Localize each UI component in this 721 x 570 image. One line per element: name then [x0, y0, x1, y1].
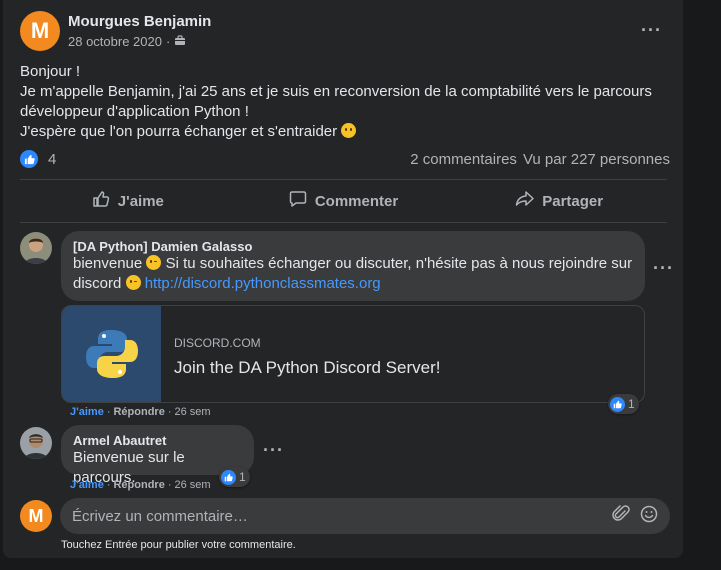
separator: ·	[167, 406, 172, 418]
post-body: Bonjour ! Je m'appelle Benjamin, j'ai 25…	[20, 62, 670, 142]
share-button[interactable]: Partager	[451, 180, 667, 222]
comment-label: Commenter	[314, 192, 399, 210]
comment-time[interactable]: 26 sem	[175, 406, 211, 418]
comment-icon	[289, 190, 307, 212]
author-name[interactable]: Mourgues Benjamin	[68, 13, 211, 30]
separator: ·	[106, 406, 111, 418]
comment-reactions[interactable]: 1	[219, 467, 250, 487]
preview-domain: DISCORD.COM	[174, 336, 261, 350]
like-count[interactable]: 4	[48, 151, 56, 168]
comment-text-part: discord	[73, 275, 122, 292]
attach-icon[interactable]	[612, 504, 630, 528]
python-logo-icon	[62, 306, 161, 402]
post-date[interactable]: 28 octobre 2020	[68, 34, 162, 49]
like-reaction-icon	[610, 396, 625, 412]
comment-reactions[interactable]: 1	[608, 394, 639, 414]
post-line: J'espère que l'on pourra échanger et s'e…	[20, 123, 338, 140]
post-actions: J'aime Commenter Partager	[20, 180, 667, 222]
wink-emoji-icon	[146, 255, 162, 270]
like-button[interactable]: J'aime	[20, 180, 236, 222]
group-icon	[174, 34, 186, 49]
like-reaction-icon	[221, 469, 236, 485]
comments-count[interactable]: 2 commentaires	[410, 151, 517, 168]
comment-input[interactable]	[72, 507, 612, 525]
post-line: Je m'appelle Benjamin, j'ai 25 ans et je…	[20, 83, 652, 100]
share-label: Partager	[542, 192, 604, 210]
post-line-last: J'espère que l'on pourra échanger et s'e…	[20, 122, 670, 142]
author-avatar[interactable]: M	[20, 11, 60, 51]
commenter-avatar[interactable]	[20, 232, 52, 264]
comment-text: bienvenue Si tu souhaites échanger ou di…	[73, 254, 633, 294]
preview-title: Join the DA Python Discord Server!	[174, 358, 441, 377]
discord-link[interactable]: http://discord.pythonclassmates.org	[145, 275, 381, 292]
separator: ·	[106, 479, 111, 491]
reply-button[interactable]: Répondre	[113, 479, 164, 491]
comment-like-button[interactable]: J'aime	[70, 479, 104, 491]
comment-input-box[interactable]	[60, 498, 670, 534]
views-count[interactable]: Vu par 227 personnes	[523, 151, 670, 168]
share-icon	[515, 190, 534, 212]
comment-composer: M	[20, 498, 670, 534]
comment-actions: J'aime · Répondre · 26 sem	[70, 406, 211, 418]
post-stats: 4 2 commentaires Vu par 227 personnes	[20, 150, 670, 168]
more-icon[interactable]: ···	[263, 440, 284, 461]
comment-button[interactable]: Commenter	[236, 180, 452, 222]
commenter-name[interactable]: [DA Python] Damien Galasso	[73, 239, 633, 254]
more-icon[interactable]: ···	[641, 20, 662, 41]
comment-like-button[interactable]: J'aime	[70, 406, 104, 418]
separator: ·	[167, 479, 172, 491]
link-preview[interactable]: DISCORD.COM Join the DA Python Discord S…	[61, 305, 645, 403]
commenter-avatar[interactable]	[20, 427, 52, 459]
date-separator: ·	[165, 34, 171, 49]
reaction-count: 1	[239, 470, 246, 484]
reply-button[interactable]: Répondre	[113, 406, 164, 418]
comment-time[interactable]: 26 sem	[175, 479, 211, 491]
like-reaction-icon[interactable]	[20, 150, 38, 168]
user-initial: M	[28, 505, 44, 526]
user-avatar[interactable]: M	[20, 500, 52, 532]
emoji-icon[interactable]	[640, 505, 658, 528]
comment-bubble: [DA Python] Damien Galasso bienvenue Si …	[61, 231, 645, 301]
like-icon	[92, 190, 110, 212]
comment-text-part: Si tu souhaites échanger ou discuter, n'…	[165, 255, 633, 272]
comment-text-part: bienvenue	[73, 255, 143, 272]
divider	[20, 222, 667, 223]
post-card: M Mourgues Benjamin 28 octobre 2020 · ··…	[3, 0, 683, 558]
reaction-count: 1	[628, 397, 635, 411]
post-date-row: 28 octobre 2020 ·	[68, 34, 211, 49]
like-label: J'aime	[117, 192, 164, 210]
post-header: M Mourgues Benjamin 28 octobre 2020 ·	[20, 11, 211, 51]
composer-hint: Touchez Entrée pour publier votre commen…	[61, 539, 296, 551]
author-initial: M	[30, 18, 50, 43]
comment-actions: J'aime · Répondre · 26 sem	[70, 479, 211, 491]
post-line: développeur d'application Python !	[20, 103, 249, 120]
post-line: Bonjour !	[20, 63, 81, 80]
wink-emoji-icon	[125, 275, 141, 290]
more-icon[interactable]: ···	[653, 258, 674, 279]
smile-emoji-icon	[341, 123, 357, 138]
commenter-name[interactable]: Armel Abautret	[73, 433, 242, 448]
